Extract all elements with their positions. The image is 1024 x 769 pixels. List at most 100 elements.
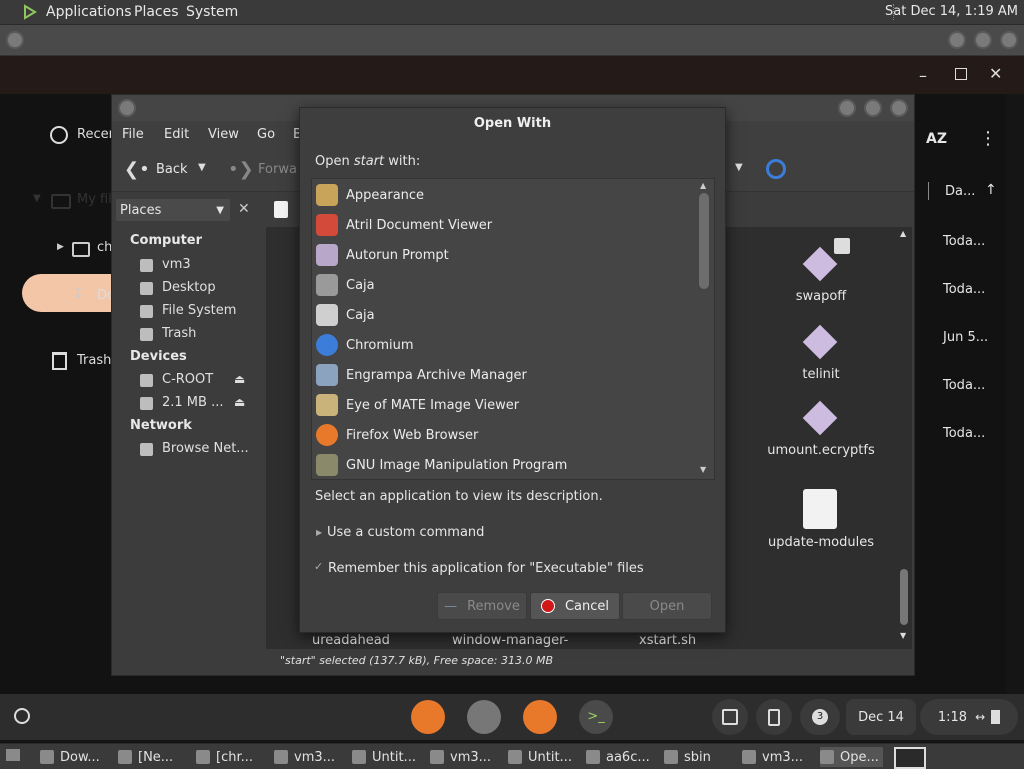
close-button[interactable] <box>890 99 908 117</box>
checkmark-icon[interactable]: ✓ <box>314 560 323 573</box>
scroll-down-arrow-icon[interactable]: ▼ <box>900 631 906 640</box>
restore-icon[interactable] <box>955 68 967 80</box>
app-list-item[interactable]: Atril Document Viewer <box>316 210 492 240</box>
forward-arrow-icon[interactable]: •❯ <box>228 159 254 180</box>
app-list-item[interactable]: GNU Image Manipulation Program <box>316 450 567 479</box>
file-name[interactable]: update-modules <box>759 535 883 550</box>
sidebar-item-trash[interactable]: Trash <box>77 353 111 368</box>
date-tray[interactable]: Dec 14 <box>846 699 916 735</box>
taskbar-item[interactable]: Ope... <box>820 747 883 767</box>
minimize-button[interactable] <box>838 99 856 117</box>
executable-file-icon[interactable] <box>802 246 838 282</box>
taskbar-item[interactable]: sbin <box>664 747 711 767</box>
sidebar-place[interactable]: vm3 <box>162 257 191 272</box>
location-dropdown-icon[interactable]: ▼ <box>735 162 743 173</box>
file-name[interactable]: telinit <box>771 367 871 382</box>
taskbar-item[interactable]: aa6c... <box>586 747 650 767</box>
back-history-icon[interactable]: ▼ <box>198 162 206 173</box>
close-button[interactable] <box>1000 31 1018 49</box>
taskbar-item[interactable]: [chr... <box>196 747 253 767</box>
file-name[interactable]: swapoff <box>771 289 871 304</box>
text-file-icon[interactable] <box>274 201 288 218</box>
mate-logo-icon[interactable] <box>22 4 38 20</box>
executable-file-icon[interactable] <box>802 400 838 436</box>
terminal-app-icon[interactable]: >_ <box>579 700 613 734</box>
date-column-header[interactable]: Da... <box>945 184 975 199</box>
forward-button[interactable]: Forwa <box>258 162 297 177</box>
executable-file-icon[interactable] <box>802 324 838 360</box>
chevron-right-icon[interactable]: ▶ <box>57 242 64 252</box>
app-list-item[interactable]: Chromium <box>316 330 414 360</box>
expander-arrow-icon[interactable]: ▶ <box>316 528 322 537</box>
settings-app-icon[interactable] <box>467 700 501 734</box>
close-icon[interactable]: ✕ <box>989 64 1002 83</box>
app-list-item[interactable]: Caja <box>316 300 375 330</box>
app-list-item[interactable]: Eye of MATE Image Viewer <box>316 390 519 420</box>
taskbar-item[interactable]: vm3... <box>742 747 803 767</box>
custom-command-expander[interactable]: Use a custom command <box>327 525 484 540</box>
phone-hub-tray[interactable] <box>756 699 792 735</box>
taskbar-item[interactable]: [Ne... <box>118 747 173 767</box>
app-list-item[interactable]: Caja <box>316 270 375 300</box>
taskbar-item[interactable]: Untit... <box>508 747 572 767</box>
sidebar-place[interactable]: C-ROOT <box>162 372 213 387</box>
menu-go[interactable]: Go <box>257 127 275 142</box>
sidebar-place[interactable]: Browse Net... <box>162 441 249 456</box>
file-name[interactable]: ureadahead <box>312 633 390 648</box>
applications-menu[interactable]: Applications <box>46 4 132 20</box>
sidebar-place[interactable]: Trash <box>162 326 196 341</box>
app-list-item[interactable]: Firefox Web Browser <box>316 420 478 450</box>
panel-clock[interactable]: Sat Dec 14, 1:19 AM <box>885 4 1018 19</box>
minimize-button[interactable] <box>948 31 966 49</box>
scroll-down-arrow-icon[interactable]: ▼ <box>700 465 706 474</box>
scrollbar-thumb[interactable] <box>900 569 908 625</box>
menu-file[interactable]: File <box>122 127 144 142</box>
back-button[interactable]: Back <box>156 162 188 177</box>
taskbar-item[interactable]: vm3... <box>274 747 335 767</box>
eject-icon[interactable]: ⏏ <box>234 372 245 386</box>
system-menu[interactable]: System <box>186 4 238 20</box>
chevron-down-icon[interactable]: ▼ <box>33 193 41 204</box>
places-menu[interactable]: Places <box>134 4 179 20</box>
maximize-button[interactable] <box>974 31 992 49</box>
search-icon[interactable] <box>766 159 786 179</box>
more-options-icon[interactable]: ⋮ <box>979 128 997 149</box>
file-name[interactable]: umount.ecryptfs <box>759 443 883 458</box>
taskbar-item[interactable]: Dow... <box>40 747 100 767</box>
document-file-icon[interactable] <box>803 489 837 529</box>
back-arrow-icon[interactable]: ❮• <box>124 159 150 180</box>
screen-capture-tray[interactable] <box>712 699 748 735</box>
menu-edit[interactable]: Edit <box>164 127 189 142</box>
sidebar-place[interactable]: File System <box>162 303 236 318</box>
scroll-up-arrow-icon[interactable]: ▲ <box>700 181 706 190</box>
file-name[interactable]: xstart.sh <box>639 633 696 648</box>
cancel-button[interactable]: Cancel <box>530 592 620 620</box>
notification-tray[interactable]: 3 <box>800 699 840 735</box>
show-desktop-icon[interactable] <box>6 749 20 761</box>
sort-arrow-up-icon[interactable]: ↑ <box>985 182 997 198</box>
files-app-icon[interactable] <box>523 700 557 734</box>
taskbar-item[interactable]: Untit... <box>352 747 416 767</box>
scroll-up-arrow-icon[interactable]: ▲ <box>900 229 906 238</box>
launcher-button[interactable] <box>14 708 30 724</box>
menu-view[interactable]: View <box>208 127 239 142</box>
open-button[interactable]: Open <box>622 592 712 620</box>
chromium-app-icon[interactable] <box>411 700 445 734</box>
eject-icon[interactable]: ⏏ <box>234 395 245 409</box>
taskbar-item[interactable]: vm3... <box>430 747 491 767</box>
sort-az-button[interactable]: AZ <box>926 131 947 147</box>
remember-checkbox-label[interactable]: Remember this application for "Executabl… <box>328 561 644 576</box>
application-list[interactable]: Appearance Atril Document Viewer Autorun P… <box>311 178 715 480</box>
window-menu-button[interactable] <box>6 31 24 49</box>
remove-button[interactable]: — Remove <box>437 592 527 620</box>
app-list-item[interactable]: Appearance <box>316 180 424 210</box>
workspace-switcher[interactable] <box>894 747 926 769</box>
sidebar-place[interactable]: Desktop <box>162 280 216 295</box>
app-list-item[interactable]: Autorun Prompt <box>316 240 449 270</box>
scrollbar-thumb[interactable] <box>699 193 709 289</box>
file-name[interactable]: window-manager- <box>452 633 568 648</box>
maximize-button[interactable] <box>864 99 882 117</box>
app-list-item[interactable]: Engrampa Archive Manager <box>316 360 527 390</box>
sidebar-place[interactable]: 2.1 MB ... <box>162 395 223 410</box>
window-menu-button[interactable] <box>118 99 136 117</box>
